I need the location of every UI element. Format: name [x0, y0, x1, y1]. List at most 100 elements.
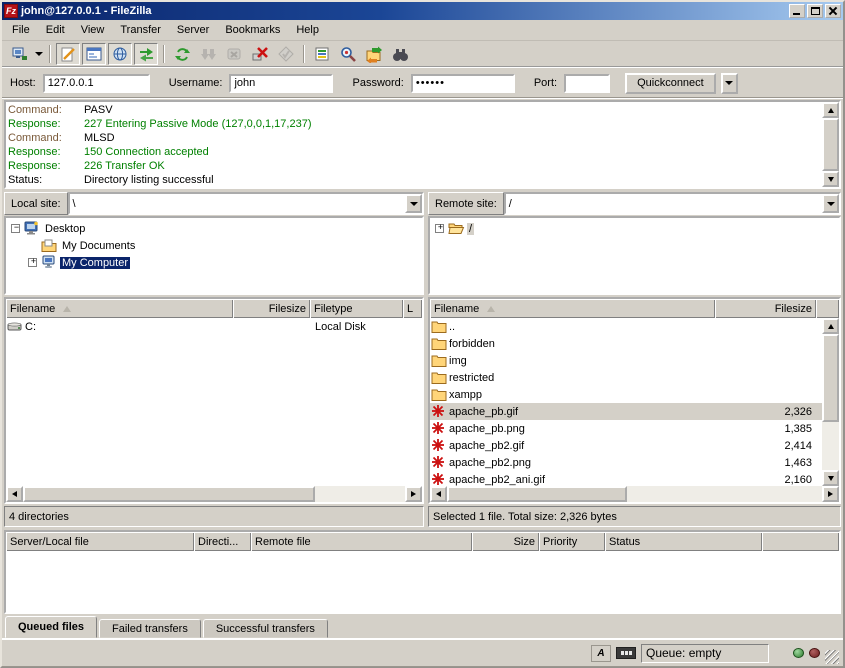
tree-item-root[interactable]: /	[431, 220, 838, 237]
username-label: Username:	[169, 77, 223, 89]
column-filesize[interactable]: Filesize	[233, 299, 310, 318]
refresh-button[interactable]	[170, 43, 194, 65]
remote-file-row[interactable]: apache_pb2.png1,463	[430, 454, 822, 471]
tree-item-my-documents[interactable]: My Documents	[7, 237, 421, 254]
open-folder-icon	[448, 221, 465, 236]
column-filename[interactable]: Filename	[6, 299, 233, 318]
abort-button[interactable]	[274, 43, 298, 65]
synchronized-browsing-button[interactable]	[362, 43, 386, 65]
menu-bookmarks[interactable]: Bookmarks	[217, 22, 288, 38]
resize-grip-icon[interactable]	[825, 650, 839, 664]
quickconnect-button[interactable]: Quickconnect	[625, 73, 716, 94]
local-site-combobox[interactable]: \	[68, 192, 424, 215]
site-manager-button[interactable]	[7, 43, 31, 65]
maximize-button[interactable]	[807, 4, 823, 18]
site-manager-dropdown[interactable]	[32, 43, 45, 65]
toggle-remote-tree-button[interactable]	[108, 43, 132, 65]
menu-edit[interactable]: Edit	[38, 22, 73, 38]
menu-help[interactable]: Help	[288, 22, 327, 38]
column-filename[interactable]: Filename	[430, 299, 715, 318]
filter-button[interactable]	[310, 43, 334, 65]
scroll-right-button[interactable]	[822, 486, 839, 502]
scroll-left-button[interactable]	[6, 486, 23, 502]
password-input[interactable]	[411, 74, 515, 93]
remote-file-row[interactable]: ..	[430, 318, 822, 335]
collapse-icon[interactable]	[11, 224, 20, 233]
remote-file-row[interactable]: apache_pb2_ani.gif2,160	[430, 471, 822, 486]
local-file-row[interactable]: C: Local Disk	[6, 318, 422, 335]
scroll-thumb[interactable]	[447, 486, 627, 502]
scroll-up-button[interactable]	[822, 102, 839, 118]
filter-icon	[314, 46, 331, 63]
expand-icon[interactable]	[435, 224, 444, 233]
toggle-transfer-queue-button[interactable]	[134, 43, 158, 65]
host-input[interactable]	[43, 74, 150, 93]
column-last-modified[interactable]: L	[403, 299, 422, 318]
speed-limit-icon[interactable]	[616, 647, 636, 659]
scroll-thumb[interactable]	[822, 334, 839, 422]
toggle-message-log-button[interactable]	[56, 43, 80, 65]
folder-icon	[431, 370, 449, 385]
chevron-down-icon	[827, 202, 835, 206]
column-status[interactable]: Status	[605, 532, 762, 551]
log-scrollbar[interactable]	[822, 102, 839, 187]
remote-pane: Remote site: / / Filename Filesize	[428, 192, 841, 527]
password-label: Password:	[352, 77, 403, 89]
toolbar-separator	[163, 45, 165, 63]
remote-horizontal-scrollbar[interactable]	[430, 486, 839, 502]
scroll-thumb[interactable]	[822, 118, 839, 171]
tree-item-desktop[interactable]: Desktop	[7, 220, 421, 237]
tab-failed-transfers[interactable]: Failed transfers	[99, 619, 201, 638]
scroll-down-button[interactable]	[822, 171, 839, 187]
toggle-local-tree-button[interactable]	[82, 43, 106, 65]
tree-item-my-computer[interactable]: My Computer	[7, 254, 421, 271]
column-filesize[interactable]: Filesize	[715, 299, 816, 318]
my-documents-icon	[41, 238, 58, 253]
cancel-operation-button[interactable]	[222, 43, 246, 65]
expand-icon[interactable]	[28, 258, 37, 267]
column-size[interactable]: Size	[472, 532, 539, 551]
scroll-thumb[interactable]	[23, 486, 315, 502]
toolbar	[2, 41, 843, 68]
local-horizontal-scrollbar[interactable]	[6, 486, 422, 502]
column-priority[interactable]: Priority	[539, 532, 605, 551]
remote-file-row[interactable]: forbidden	[430, 335, 822, 352]
close-button[interactable]	[825, 4, 841, 18]
remote-file-row[interactable]: img	[430, 352, 822, 369]
local-status-bar: 4 directories	[4, 506, 424, 527]
column-filetype[interactable]: Filetype	[310, 299, 403, 318]
remote-file-row-selected[interactable]: apache_pb.gif2,326	[430, 403, 822, 420]
disconnect-button[interactable]	[248, 43, 272, 65]
minimize-button[interactable]	[789, 4, 805, 18]
scroll-left-button[interactable]	[430, 486, 447, 502]
remote-file-row[interactable]: xampp	[430, 386, 822, 403]
tab-successful-transfers[interactable]: Successful transfers	[203, 619, 328, 638]
scroll-down-button[interactable]	[822, 470, 839, 486]
menu-transfer[interactable]: Transfer	[112, 22, 169, 38]
remote-vertical-scrollbar[interactable]	[822, 318, 839, 486]
queue-status-field: Queue: empty	[641, 644, 769, 663]
combo-dropdown-button[interactable]	[822, 194, 839, 213]
combo-dropdown-button[interactable]	[405, 194, 422, 213]
column-server-local-file[interactable]: Server/Local file	[6, 532, 194, 551]
remote-file-row[interactable]: apache_pb2.gif2,414	[430, 437, 822, 454]
menu-view[interactable]: View	[73, 22, 113, 38]
quickconnect-dropdown[interactable]	[721, 73, 738, 94]
port-input[interactable]	[564, 74, 610, 93]
scroll-right-button[interactable]	[405, 486, 422, 502]
remote-site-row: Remote site: /	[428, 192, 841, 215]
scroll-up-button[interactable]	[822, 318, 839, 334]
find-files-button[interactable]	[388, 43, 412, 65]
process-queue-button[interactable]	[196, 43, 220, 65]
remote-site-combobox[interactable]: /	[504, 192, 841, 215]
transfer-type-icon[interactable]: A	[591, 645, 611, 662]
column-direction[interactable]: Directi...	[194, 532, 251, 551]
column-remote-file[interactable]: Remote file	[251, 532, 472, 551]
menu-server[interactable]: Server	[169, 22, 217, 38]
remote-file-row[interactable]: restricted	[430, 369, 822, 386]
username-input[interactable]	[229, 74, 333, 93]
menu-file[interactable]: File	[4, 22, 38, 38]
tab-queued-files[interactable]: Queued files	[5, 616, 97, 638]
remote-file-row[interactable]: apache_pb.png1,385	[430, 420, 822, 437]
compare-directories-button[interactable]	[336, 43, 360, 65]
